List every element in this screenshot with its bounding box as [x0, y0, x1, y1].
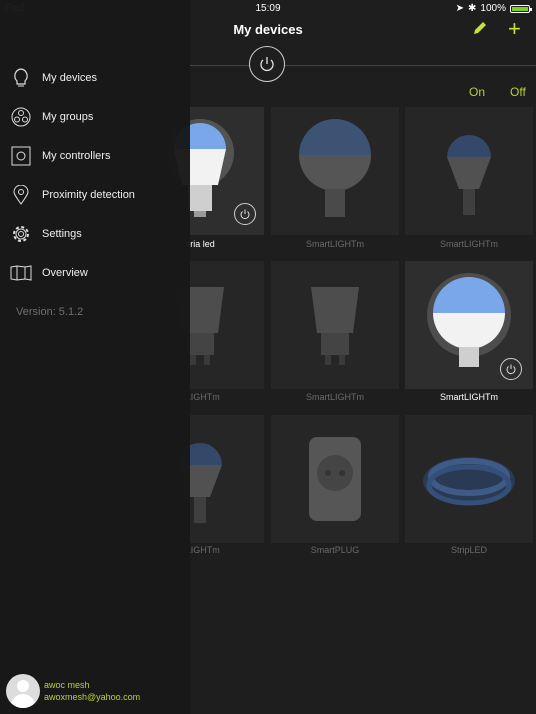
bulb-candle-icon: [447, 135, 491, 215]
device-power-button[interactable]: [500, 358, 522, 380]
sidebar-item-label: My controllers: [42, 150, 111, 162]
gear-icon: [10, 223, 32, 245]
all-off-button[interactable]: Off: [510, 85, 526, 99]
power-icon: [240, 209, 250, 220]
avatar: [6, 674, 40, 708]
user-profile[interactable]: awoc mesh awoxmesh@yahoo.com: [6, 674, 140, 708]
device-tile[interactable]: [271, 415, 399, 543]
sidebar-item-label: My devices: [42, 72, 98, 84]
sidebar-item-label: Settings: [42, 228, 82, 240]
device-label: SmartLIGHTm: [439, 392, 498, 402]
device-power-button[interactable]: [234, 203, 256, 225]
device-tile[interactable]: [405, 415, 533, 543]
strip-led-icon: [423, 457, 515, 506]
sidebar-item-my-groups[interactable]: My groups: [10, 102, 185, 132]
power-icon: [506, 364, 516, 375]
master-power-button[interactable]: [249, 46, 285, 82]
map-icon: [10, 262, 32, 284]
sidebar-item-overview[interactable]: Overview: [10, 258, 185, 288]
all-on-button[interactable]: On: [469, 85, 485, 99]
sidebar-item-label: Proximity detection: [42, 189, 135, 201]
user-name: awoc mesh: [44, 680, 90, 690]
device-tile[interactable]: [405, 107, 533, 235]
device-label: SmartPLUG: [310, 545, 360, 555]
power-icon: [260, 57, 274, 72]
controller-icon: [10, 145, 32, 167]
device-label: SmartLIGHTm: [439, 239, 498, 249]
sidebar-item-settings[interactable]: Settings: [10, 219, 185, 249]
header-divider: [190, 65, 536, 66]
sidebar-item-label: Overview: [42, 267, 88, 279]
plug-icon: [309, 437, 361, 521]
sidebar-item-proximity-detection[interactable]: Proximity detection: [10, 180, 185, 210]
sidebar-item-my-controllers[interactable]: My controllers: [10, 141, 185, 171]
bulb-globe-icon: [299, 119, 371, 217]
app-version: Version: 5.1.2: [16, 306, 84, 318]
device-label: StripLED: [450, 545, 487, 555]
groups-icon: [10, 106, 32, 128]
device-tile[interactable]: [271, 107, 399, 235]
sidebar-drawer: My devices My groups My controllers Prox…: [0, 0, 190, 714]
device-label: SmartLIGHTm: [305, 392, 364, 402]
sidebar-item-my-devices[interactable]: My devices: [10, 63, 185, 93]
location-pin-icon: [10, 184, 32, 206]
sidebar-item-label: My groups: [42, 111, 94, 123]
plus-icon[interactable]: +: [508, 16, 521, 42]
device-tile[interactable]: [271, 261, 399, 389]
bulb-icon: [10, 67, 32, 89]
pencil-icon[interactable]: [472, 20, 488, 41]
device-label: SmartLIGHTm: [305, 239, 364, 249]
spot-gu10-icon: [311, 287, 359, 365]
user-email: awoxmesh@yahoo.com: [44, 692, 141, 702]
